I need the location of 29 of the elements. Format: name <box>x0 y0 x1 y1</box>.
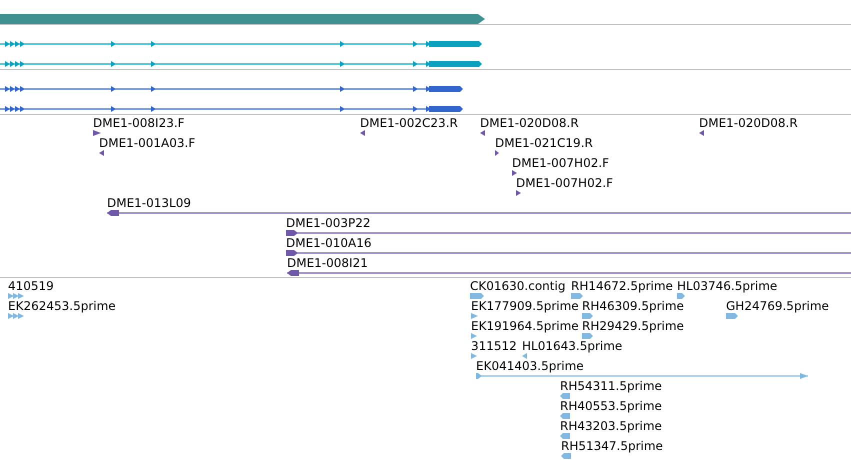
feature-label: EK262453.5prime <box>8 299 116 313</box>
feature-label: DME1-020D08.R <box>699 116 798 130</box>
feature-label: RH46309.5prime <box>582 299 684 313</box>
feature-label: DME1-021C19.R <box>495 136 593 150</box>
feature-label: RH43203.5prime <box>560 419 662 433</box>
feature-label: HL03746.5prime <box>677 279 778 293</box>
feature-label: RH14672.5prime <box>571 279 673 293</box>
feature-label: DME1-007H02.F <box>512 156 610 170</box>
feature-label: DME1-008I21 <box>287 256 368 270</box>
feature-label: EK177909.5prime <box>471 299 579 313</box>
feature-label: GH24769.5prime <box>726 299 829 313</box>
feature-label: DME1-003P22 <box>286 216 371 230</box>
feature-label: EK041403.5prime <box>476 359 584 373</box>
feature-label: DME1-001A03.F <box>99 136 196 150</box>
feature-label: CK01630.contig <box>470 279 566 293</box>
feature-label: DME1-013L09 <box>107 196 191 210</box>
feature-label: DME1-002C23.R <box>360 116 458 130</box>
feature-label: DME1-010A16 <box>286 236 372 250</box>
feature-label: DME1-007H02.F <box>516 176 614 190</box>
feature-label: RH51347.5prime <box>561 439 663 453</box>
feature-label: 311512 <box>471 339 517 353</box>
feature-label: DME1-020D08.R <box>480 116 579 130</box>
feature-label: HL01643.5prime <box>522 339 622 353</box>
feature-label: RH29429.5prime <box>582 319 684 333</box>
feature-label: DME1-008I23.F <box>93 116 185 130</box>
feature-label: EK191964.5prime <box>471 319 579 333</box>
feature-label: 410519 <box>8 279 54 293</box>
feature-label: RH40553.5prime <box>560 399 662 413</box>
feature-label: RH54311.5prime <box>560 379 662 393</box>
